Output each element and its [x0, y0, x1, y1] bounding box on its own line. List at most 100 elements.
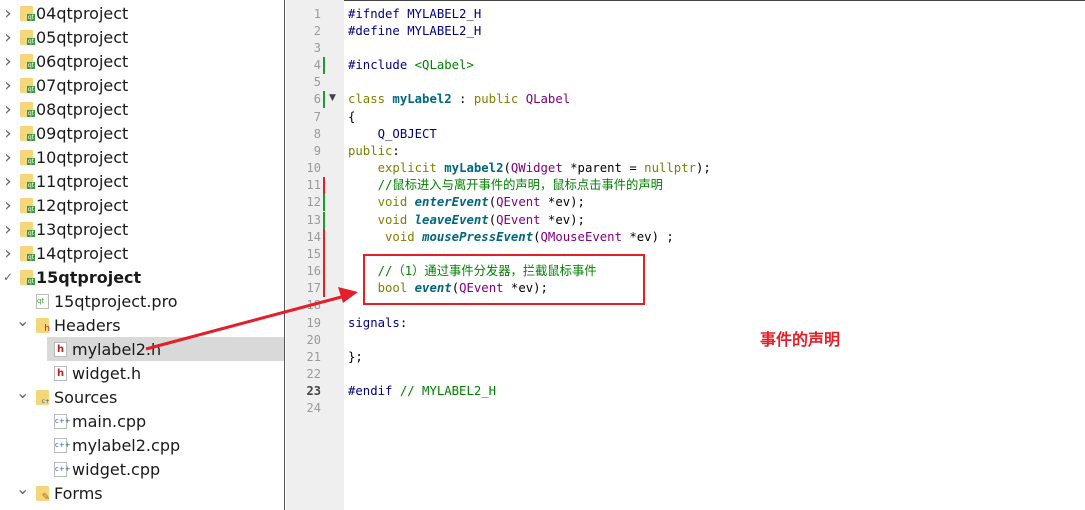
tree-item[interactable]: c++ mylabel2.cpp	[0, 433, 284, 457]
code-token: {	[348, 109, 356, 124]
code-token: Q_OBJECT	[348, 126, 437, 141]
chevron-right-icon[interactable]: ›	[2, 195, 14, 216]
chevron-right-icon[interactable]: ›	[2, 75, 14, 96]
tree-item-label: widget.h	[72, 363, 142, 383]
chevron-down-icon[interactable]: ⌄	[16, 383, 29, 402]
qt-project-icon: qt	[20, 245, 35, 261]
code-line[interactable]: void enterEvent(QEvent *ev);	[348, 194, 585, 211]
chevron-down-icon[interactable]: ⌄	[16, 311, 29, 330]
project-tree[interactable]: › qt 04qtproject › qt 05qtproject › qt 06qtproje…	[0, 0, 285, 510]
header-file-icon: h	[54, 365, 67, 381]
change-marker	[323, 280, 325, 298]
code-line[interactable]: public:	[348, 143, 400, 160]
line-number: 9	[313, 143, 321, 158]
tree-item-label: mylabel2.h	[72, 339, 162, 359]
qt-project-icon: qt	[20, 221, 35, 237]
pro-file-icon: qt	[36, 293, 49, 309]
tree-item[interactable]: › qt 14qtproject	[0, 241, 284, 265]
code-token: QLabel	[525, 92, 571, 107]
tree-item[interactable]: › qt 06qtproject	[0, 49, 284, 73]
code-line[interactable]: {	[348, 109, 355, 126]
chevron-right-icon[interactable]: ›	[2, 147, 14, 168]
chevron-right-icon[interactable]: ›	[2, 171, 14, 192]
tree-item[interactable]: h mylabel2.h	[47, 337, 284, 361]
code-token: class	[348, 92, 393, 107]
tree-item-label: mylabel2.cpp	[72, 435, 181, 455]
folder-icon: c+	[36, 389, 50, 405]
qt-project-icon: qt	[20, 29, 35, 45]
tree-item[interactable]: ⌄ c+ Sources	[0, 383, 284, 409]
chevron-right-icon[interactable]: ›	[2, 123, 14, 144]
code-token: void	[385, 229, 423, 244]
qt-project-icon: qt	[20, 5, 35, 21]
tree-item[interactable]: › qt 10qtproject	[0, 145, 284, 169]
tree-item[interactable]: h widget.h	[0, 361, 284, 385]
qt-project-icon: qt	[20, 77, 35, 93]
chevron-right-icon[interactable]: ›	[2, 99, 14, 120]
code-token: );	[696, 161, 711, 176]
tree-item[interactable]: c++ main.cpp	[0, 409, 284, 433]
line-number: 2	[313, 23, 321, 38]
code-line[interactable]: void mousePressEvent(QMouseEvent *ev) ;	[348, 229, 674, 246]
chevron-down-icon[interactable]: ⌄	[16, 479, 29, 498]
chevron-right-icon[interactable]: ›	[2, 219, 14, 240]
annotation-label: 事件的声明	[760, 330, 841, 349]
code-token: *ev);	[540, 195, 585, 210]
code-line[interactable]: };	[348, 349, 363, 366]
chevron-right-icon[interactable]: ›	[2, 51, 14, 72]
tree-item[interactable]: ⌄ ✎ Forms	[0, 479, 284, 505]
line-number: 17	[306, 281, 321, 296]
tree-item[interactable]: › qt 04qtproject	[0, 1, 284, 25]
tree-item[interactable]: › qt 08qtproject	[0, 97, 284, 121]
code-line[interactable]: Q_OBJECT	[348, 126, 437, 143]
code-line[interactable]: //鼠标进入与离开事件的声明，鼠标点击事件的声明	[348, 177, 663, 194]
code-token: QWidget	[510, 161, 563, 176]
tree-item[interactable]: › qt 13qtproject	[0, 217, 284, 241]
code-token: #endif	[348, 384, 400, 399]
tree-item-label: 08qtproject	[36, 99, 129, 119]
tree-item[interactable]: › qt 05qtproject	[0, 25, 284, 49]
tree-item[interactable]: c++ widget.cpp	[0, 457, 284, 481]
line-number: 16	[306, 264, 321, 279]
qt-project-icon: qt	[20, 101, 35, 117]
code-token: :	[392, 143, 400, 158]
fold-arrow-icon[interactable]: ▼	[329, 93, 336, 103]
chevron-right-icon[interactable]: ›	[2, 3, 14, 24]
code-line[interactable]: signals:	[348, 315, 407, 332]
cpp-file-icon: c++	[54, 413, 71, 429]
line-number: 8	[313, 126, 321, 141]
tree-item[interactable]: › qt 11qtproject	[0, 169, 284, 193]
tree-item-label: 04qtproject	[36, 3, 129, 23]
tree-item-label: main.cpp	[72, 411, 147, 431]
chevron-right-icon[interactable]: ›	[2, 27, 14, 48]
tree-item[interactable]: qt 15qtproject.pro	[0, 289, 284, 313]
highlight-box	[363, 254, 645, 305]
code-token: public	[473, 92, 526, 107]
tree-item[interactable]: › qt 07qtproject	[0, 73, 284, 97]
tree-item[interactable]: › qt 09qtproject	[0, 121, 284, 145]
chevron-right-icon[interactable]: ›	[2, 243, 14, 264]
code-line[interactable]: #endif // MYLABEL2_H	[348, 383, 496, 400]
code-token: *parent =	[562, 161, 645, 176]
code-line[interactable]: #ifndef MYLABEL2_H	[348, 6, 481, 23]
code-line[interactable]: #include <QLabel>	[348, 57, 474, 74]
code-line[interactable]: explicit myLabel2(QWidget *parent = null…	[348, 160, 711, 177]
code-line[interactable]: #define MYLABEL2_H	[348, 23, 481, 40]
code-token: void	[377, 212, 415, 227]
code-token: #define MYLABEL2_H	[348, 23, 482, 38]
tree-item[interactable]: ⌄ h Headers	[0, 311, 284, 337]
code-line[interactable]: void leaveEvent(QEvent *ev);	[348, 212, 585, 229]
chevron-down-icon[interactable]: ✓	[2, 270, 14, 284]
cpp-file-icon: c++	[54, 461, 71, 477]
tree-item[interactable]: › qt 12qtproject	[0, 193, 284, 217]
code-line[interactable]: class myLabel2 : public QLabel	[348, 91, 570, 108]
line-number: 10	[306, 161, 321, 176]
code-token: myLabel2	[392, 92, 452, 107]
line-number: 7	[313, 109, 321, 124]
tree-item-label: 05qtproject	[36, 27, 129, 47]
tree-item[interactable]: ✓ qt 15qtproject	[0, 265, 284, 289]
tree-item-label: 11qtproject	[36, 171, 129, 191]
